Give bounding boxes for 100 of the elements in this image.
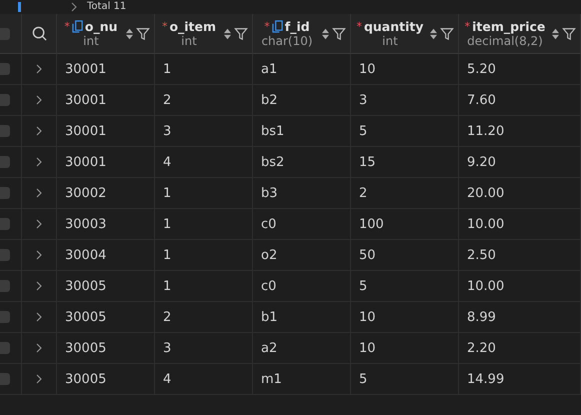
table-cell: 3 [155,116,253,147]
sort-icon[interactable] [125,26,134,40]
required-asterisk: * [356,20,362,33]
row-checkbox[interactable] [0,280,10,292]
row-checkbox[interactable] [0,218,10,230]
table-cell: 30005 [57,333,155,364]
column-type: int [181,34,197,48]
table-cell: 100 [351,209,459,240]
column-name: item_price [472,19,546,34]
sort-icon[interactable] [429,26,438,40]
table-cell: 2 [351,178,459,209]
table-cell: 30001 [57,85,155,116]
expand-chevron-icon[interactable] [36,188,42,198]
column-name: o_item [169,19,216,34]
filter-icon[interactable] [562,26,576,40]
document-icon [72,20,83,33]
table-cell: 7.60 [459,85,581,116]
column-type: int [83,34,99,48]
table-cell: 30002 [57,178,155,209]
sort-icon[interactable] [321,26,330,40]
column-name: f_id [284,19,310,34]
table-cell: 5.20 [459,54,581,85]
table-cell: o2 [253,240,351,271]
row-checkbox[interactable] [0,373,10,385]
table-cell: 5 [351,364,459,395]
table-cell: 30004 [57,240,155,271]
table-cell: a2 [253,333,351,364]
column-name: o_nu [84,19,118,34]
chevron-right-icon [71,2,77,12]
column-header[interactable]: * o_nu int [57,14,155,54]
search-icon[interactable] [32,26,46,41]
sort-icon[interactable] [551,26,560,40]
row-checkbox[interactable] [0,187,10,199]
table-cell: c0 [253,271,351,302]
row-checkbox[interactable] [0,63,10,75]
table-cell: 30003 [57,209,155,240]
expand-chevron-icon[interactable] [36,343,42,353]
table-cell: 10 [351,333,459,364]
table-cell: 2.20 [459,333,581,364]
filter-icon[interactable] [332,26,346,40]
table-cell: b3 [253,178,351,209]
table-cell: 15 [351,147,459,178]
row-checkbox[interactable] [0,156,10,168]
column-header[interactable]: * item_price decimal(8,2) [459,14,581,54]
table-cell: 1 [155,240,253,271]
table-cell: 30005 [57,271,155,302]
table-cell: 4 [155,147,253,178]
table-cell: 30001 [57,116,155,147]
table-cell: b1 [253,302,351,333]
table-cell: 2 [155,85,253,116]
table-cell: 30005 [57,302,155,333]
row-checkbox[interactable] [0,342,10,354]
column-header[interactable]: * quantity int [351,14,459,54]
accent-mark [18,2,21,12]
table-cell: 50 [351,240,459,271]
row-checkbox[interactable] [0,94,10,106]
expand-chevron-icon[interactable] [36,219,42,229]
table-cell: 1 [155,271,253,302]
expand-chevron-icon[interactable] [36,312,42,322]
column-header[interactable]: * o_item int [155,14,253,54]
filter-icon[interactable] [234,26,248,40]
table-cell: 20.00 [459,178,581,209]
expand-chevron-icon[interactable] [36,95,42,105]
expand-chevron-icon[interactable] [36,64,42,74]
table-cell: 9.20 [459,147,581,178]
filter-icon[interactable] [440,26,454,40]
table-cell: bs2 [253,147,351,178]
table-cell: m1 [253,364,351,395]
table-cell: 10 [351,302,459,333]
table-cell: bs1 [253,116,351,147]
row-checkbox[interactable] [0,249,10,261]
expand-chevron-icon[interactable] [36,281,42,291]
table-cell: 1 [155,209,253,240]
required-asterisk: * [464,20,470,33]
table-cell: c0 [253,209,351,240]
row-checkbox[interactable] [0,125,10,137]
filter-icon[interactable] [136,26,150,40]
table-cell: 10 [351,54,459,85]
row-checkbox[interactable] [0,311,10,323]
table-cell: 30001 [57,54,155,85]
table-cell: 3 [351,85,459,116]
required-asterisk: * [162,20,168,33]
table-cell: 5 [351,116,459,147]
required-asterisk: * [64,20,70,33]
column-header[interactable]: * f_id char(10) [253,14,351,54]
required-asterisk: * [264,20,270,33]
sort-icon[interactable] [223,26,232,40]
document-icon [272,20,283,33]
table-cell: 2.50 [459,240,581,271]
table-cell: a1 [253,54,351,85]
table-cell: 2 [155,302,253,333]
expand-chevron-icon[interactable] [36,126,42,136]
table-cell: 1 [155,178,253,209]
expand-chevron-icon[interactable] [36,250,42,260]
expand-chevron-icon[interactable] [36,374,42,384]
column-name: quantity [364,19,424,34]
table-cell: 8.99 [459,302,581,333]
table-cell: 10.00 [459,209,581,240]
expand-chevron-icon[interactable] [36,157,42,167]
table-cell: b2 [253,85,351,116]
